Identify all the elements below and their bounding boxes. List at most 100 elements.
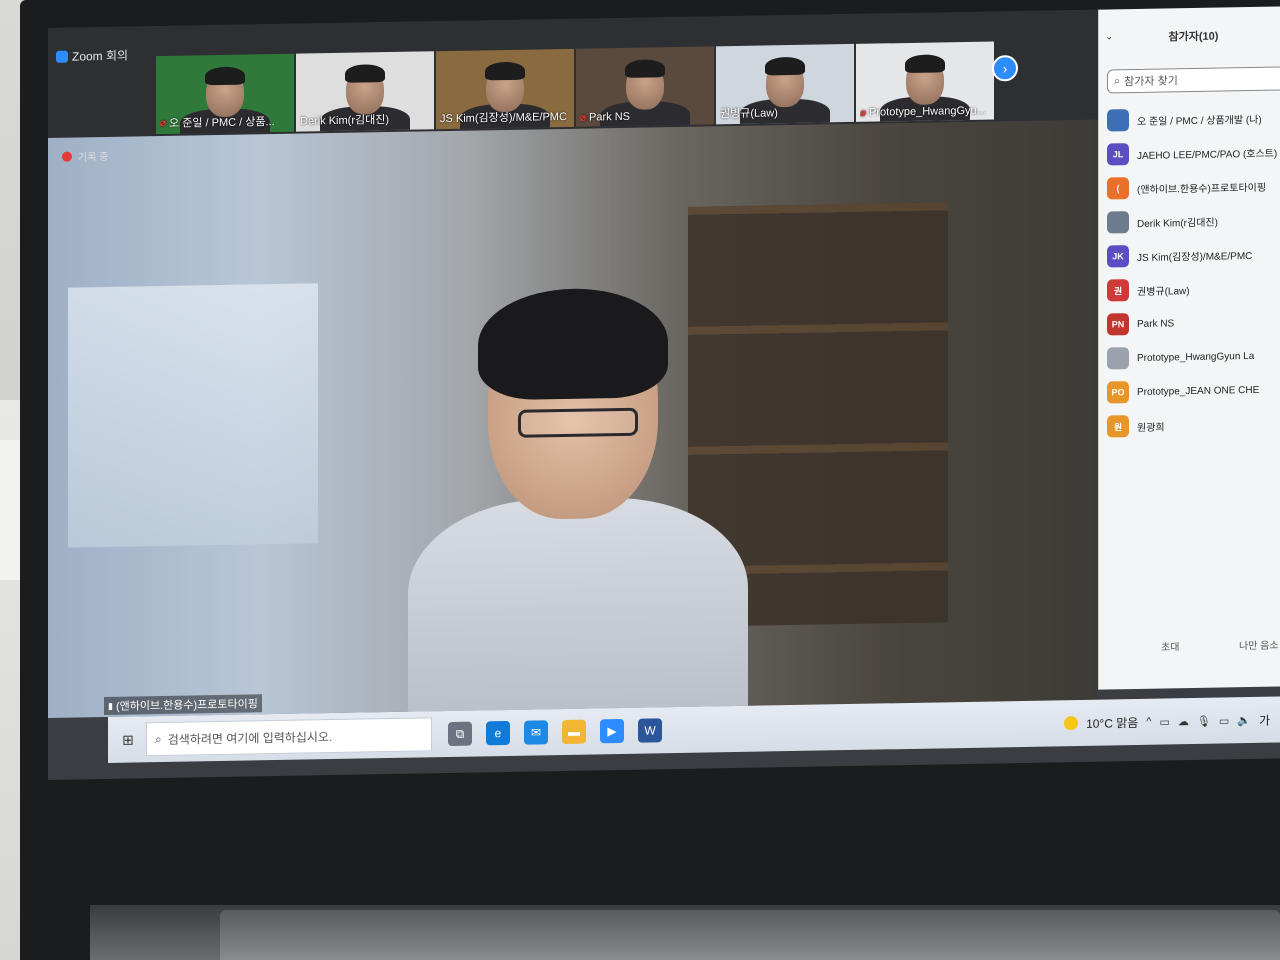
search-icon: ⌕ (1114, 74, 1121, 87)
participant-thumbnail[interactable]: JS Kim(김장성)/M&E/PMC (436, 48, 574, 130)
window-title: Zoom 회의 (56, 47, 128, 65)
speaker-shirt (408, 495, 748, 718)
participant-row[interactable]: 권 권병규(Law) (1107, 270, 1280, 307)
panel-title: 참가자(10) (1168, 30, 1219, 44)
thumbnail-hair (345, 64, 385, 83)
thumbnail-name-tag: 권병규(Law) (720, 103, 852, 121)
taskbar-search-placeholder: 검색하려면 여기에 입력하십시오. (167, 729, 333, 747)
avatar: JL (1107, 143, 1129, 166)
participant-name: Prototype_JEAN ONE CHE (1137, 384, 1260, 398)
taskbar-apps: ⧉ e ✉ ▬ ▶ W (448, 718, 662, 747)
speaker-glasses (518, 407, 638, 438)
participant-row[interactable]: Derik Kim(r김대진) (1107, 202, 1280, 239)
avatar: 권 (1107, 279, 1129, 302)
weather-text[interactable]: 10°C 맑음 (1086, 713, 1138, 731)
thumbnail-name-tag: ⌀ 오 준일 / PMC / 상품... (160, 113, 292, 131)
participant-row[interactable]: JL JAEHO LEE/PMC/PAO (호스트) (1107, 134, 1280, 171)
panel-footer: 초대 나만 음소 (1099, 636, 1280, 654)
system-tray: 10°C 맑음 ^ ▭ ☁ 🎙 ▭ 🔈 가 (1064, 711, 1270, 732)
participant-thumbnail[interactable]: Derik Kim(r김대진) (296, 51, 434, 132)
thumbnail-name-tag: ⌀ Park NS (580, 109, 712, 124)
thumbnail-hair (205, 66, 245, 86)
microphone-icon[interactable]: 🎙 (1197, 714, 1211, 727)
participants-panel: ⌄ 참가자(10) ⌕ 참가자 찾기 오 준일 / PMC / 상품개발 (나)… (1098, 6, 1280, 690)
thumbnail-name-tag: Derik Kim(r김대진) (300, 110, 432, 128)
taskbar-search-input[interactable]: ⌕ 검색하려면 여기에 입력하십시오. (146, 717, 432, 757)
thumbnail-name: JS Kim(김장성)/M&E/PMC (440, 110, 567, 126)
chevron-right-icon: › (1002, 60, 1008, 77)
avatar: PO (1107, 381, 1129, 404)
thumbnail-name: Prototype_HwangGyu... (869, 104, 986, 119)
participant-name: Prototype_HwangGyun La (1137, 350, 1255, 364)
laptop-hinge (220, 910, 1280, 960)
participant-search-input[interactable]: ⌕ 참가자 찾기 (1107, 66, 1280, 94)
cloud-icon[interactable]: ☁ (1178, 715, 1189, 728)
windows-logo-icon: ⊞ (122, 731, 134, 748)
participant-row[interactable]: PN Park NS (1107, 304, 1280, 341)
zoom-logo-icon (56, 50, 68, 63)
zoom-icon[interactable]: ▶ (600, 718, 624, 744)
mail-icon[interactable]: ✉ (524, 720, 548, 745)
thumbnail-hair (625, 59, 665, 78)
participant-name: 오 준일 / PMC / 상품개발 (나) (1137, 114, 1262, 128)
avatar: ( (1107, 177, 1129, 200)
thumbnail-strip: ⌀ 오 준일 / PMC / 상품... Derik Kim(r김대진) JS Kim… (156, 41, 994, 135)
search-icon: ⌕ (155, 731, 162, 746)
background-window (68, 283, 318, 548)
thumbnail-name: 권병규(Law) (720, 107, 778, 121)
avatar-photo-icon (1107, 211, 1129, 234)
participant-row[interactable]: Prototype_HwangGyun La (1107, 338, 1280, 375)
active-speaker (408, 287, 748, 718)
main-video[interactable]: 기록 중 ▮ (앤하이브.한용수)프로토타이핑 (48, 119, 1098, 718)
thumbnail-name: Park NS (589, 110, 630, 124)
chevron-up-icon[interactable]: ^ (1146, 716, 1151, 728)
avatar: PN (1107, 313, 1129, 336)
zoom-title-bar: Zoom 회의 ⌀ 오 준일 / PMC / 상품... Derik Kim(r김대… (48, 9, 1098, 139)
thumbnail-name-tag: JS Kim(김장성)/M&E/PMC (440, 108, 572, 126)
avatar: 원 (1107, 415, 1129, 438)
windows-start-button[interactable]: ⊞ (110, 721, 146, 758)
thumbnail-hair (485, 61, 525, 81)
participant-row[interactable]: 원 원광희 (1107, 406, 1280, 443)
participant-thumbnail[interactable]: ⌀ Park NS (576, 46, 714, 127)
participant-list: 오 준일 / PMC / 상품개발 (나) JL JAEHO LEE/PMC/PAO… (1107, 100, 1280, 443)
word-icon[interactable]: W (638, 718, 662, 743)
participant-name: Derik Kim(r김대진) (1137, 217, 1218, 230)
participant-thumbnail[interactable]: 권병규(Law) (716, 43, 854, 125)
edge-icon[interactable]: e (486, 720, 510, 746)
mic-muted-icon: ⌀ (580, 112, 587, 124)
window-title-text: Zoom 회의 (72, 48, 129, 64)
thumbnail-name-tag: ⌀ Prototype_HwangGyu... (860, 105, 992, 119)
signal-icon: ▮ (108, 700, 113, 711)
speaker-name-tag: ▮ (앤하이브.한용수)프로토타이핑 (104, 694, 262, 716)
task-view-icon[interactable]: ⧉ (448, 721, 472, 747)
participant-thumbnail[interactable]: ⌀ Prototype_HwangGyu... (856, 41, 994, 122)
invite-button[interactable]: 초대 (1161, 638, 1179, 653)
recording-icon (62, 151, 72, 162)
thumbnail-name: 오 준일 / PMC / 상품... (169, 116, 275, 130)
participant-row[interactable]: PO Prototype_JEAN ONE CHE (1107, 372, 1280, 409)
participant-name: Park NS (1137, 317, 1175, 330)
laptop-screen: Zoom 회의 ⌀ 오 준일 / PMC / 상품... Derik Kim(r김대… (48, 6, 1280, 780)
participant-row[interactable]: ( (앤하이브.한용수)프로토타이핑 (1107, 168, 1280, 205)
file-explorer-icon[interactable]: ▬ (562, 719, 586, 745)
participant-name: (앤하이브.한용수)프로토타이핑 (1137, 182, 1267, 196)
battery-icon[interactable]: ▭ (1219, 714, 1229, 727)
device-icon[interactable]: ▭ (1159, 715, 1169, 728)
participant-search-placeholder: 참가자 찾기 (1124, 75, 1178, 89)
participant-row[interactable]: 오 준일 / PMC / 상품개발 (나) (1107, 100, 1280, 137)
avatar: JK (1107, 245, 1129, 268)
ime-language[interactable]: 가 (1259, 711, 1270, 728)
mic-muted-icon: ⌀ (160, 117, 167, 129)
participant-row[interactable]: JK JS Kim(김장성)/M&E/PMC (1107, 236, 1280, 273)
thumbnail-hair (765, 56, 805, 76)
mute-self-button[interactable]: 나만 음소 (1239, 637, 1279, 653)
speaker-hair (478, 287, 668, 401)
speaker-name: (앤하이브.한용수)프로토타이핑 (115, 698, 258, 713)
participant-name: 권병규(Law) (1137, 285, 1190, 298)
mic-muted-icon: ⌀ (860, 107, 867, 119)
speaker-icon[interactable]: 🔈 (1237, 714, 1251, 727)
next-page-button[interactable]: › (992, 55, 1018, 82)
participant-thumbnail[interactable]: ⌀ 오 준일 / PMC / 상품... (156, 53, 294, 135)
participant-name: JS Kim(김장성)/M&E/PMC (1137, 250, 1253, 264)
